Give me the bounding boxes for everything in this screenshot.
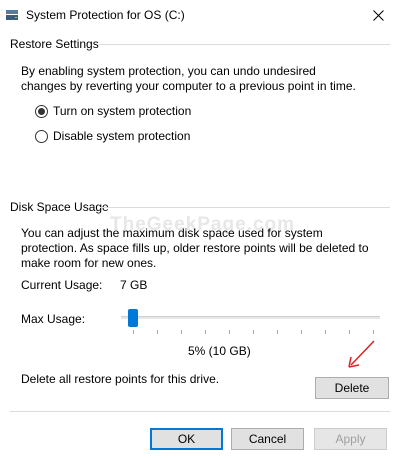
close-button[interactable] (355, 0, 401, 31)
max-usage-slider-thumb[interactable] (128, 309, 138, 327)
max-usage-value: 5% (10 GB) (188, 344, 251, 358)
slider-tick (277, 330, 278, 334)
current-usage-value: 7 GB (120, 278, 148, 292)
cancel-button[interactable]: Cancel (231, 428, 304, 450)
disk-space-usage-header: Disk Space Usage (10, 200, 109, 214)
disable-protection-label: Disable system protection (53, 129, 191, 143)
annotation-arrow-icon (348, 340, 375, 368)
slider-tick (253, 330, 254, 334)
slider-tick (349, 330, 350, 334)
delete-description: Delete all restore points for this drive… (21, 372, 220, 386)
title-bar: System Protection for OS (C:) (0, 0, 401, 31)
ok-button[interactable]: OK (150, 428, 223, 450)
disk-space-usage-divider (100, 207, 390, 208)
turn-on-protection-label: Turn on system protection (53, 104, 192, 118)
radio-circle (35, 129, 48, 143)
max-usage-label: Max Usage: (21, 312, 86, 326)
turn-on-protection-radio[interactable]: Turn on system protection (35, 104, 191, 118)
restore-settings-header: Restore Settings (10, 37, 99, 51)
radio-dot (38, 107, 45, 115)
footer-divider (10, 411, 390, 412)
delete-button[interactable]: Delete (315, 377, 389, 399)
apply-button[interactable]: Apply (314, 428, 387, 450)
max-usage-slider-track[interactable] (121, 316, 380, 319)
slider-tick (373, 330, 374, 334)
radio-circle-selected (35, 104, 48, 118)
disk-space-description: You can adjust the maximum disk space us… (21, 226, 369, 270)
current-usage-label: Current Usage: (21, 278, 103, 292)
disable-protection-radio[interactable]: Disable system protection (35, 129, 190, 143)
slider-tick (205, 330, 206, 334)
slider-tick (301, 330, 302, 334)
slider-tick (133, 330, 134, 334)
slider-tick (229, 330, 230, 334)
slider-tick (325, 330, 326, 334)
slider-tick (157, 330, 158, 334)
drive-icon (6, 10, 18, 20)
slider-tick (181, 330, 182, 334)
close-icon (372, 10, 384, 21)
restore-settings-description: By enabling system protection, you can u… (21, 64, 356, 93)
window-title: System Protection for OS (C:) (26, 8, 185, 22)
restore-settings-divider (99, 44, 390, 45)
